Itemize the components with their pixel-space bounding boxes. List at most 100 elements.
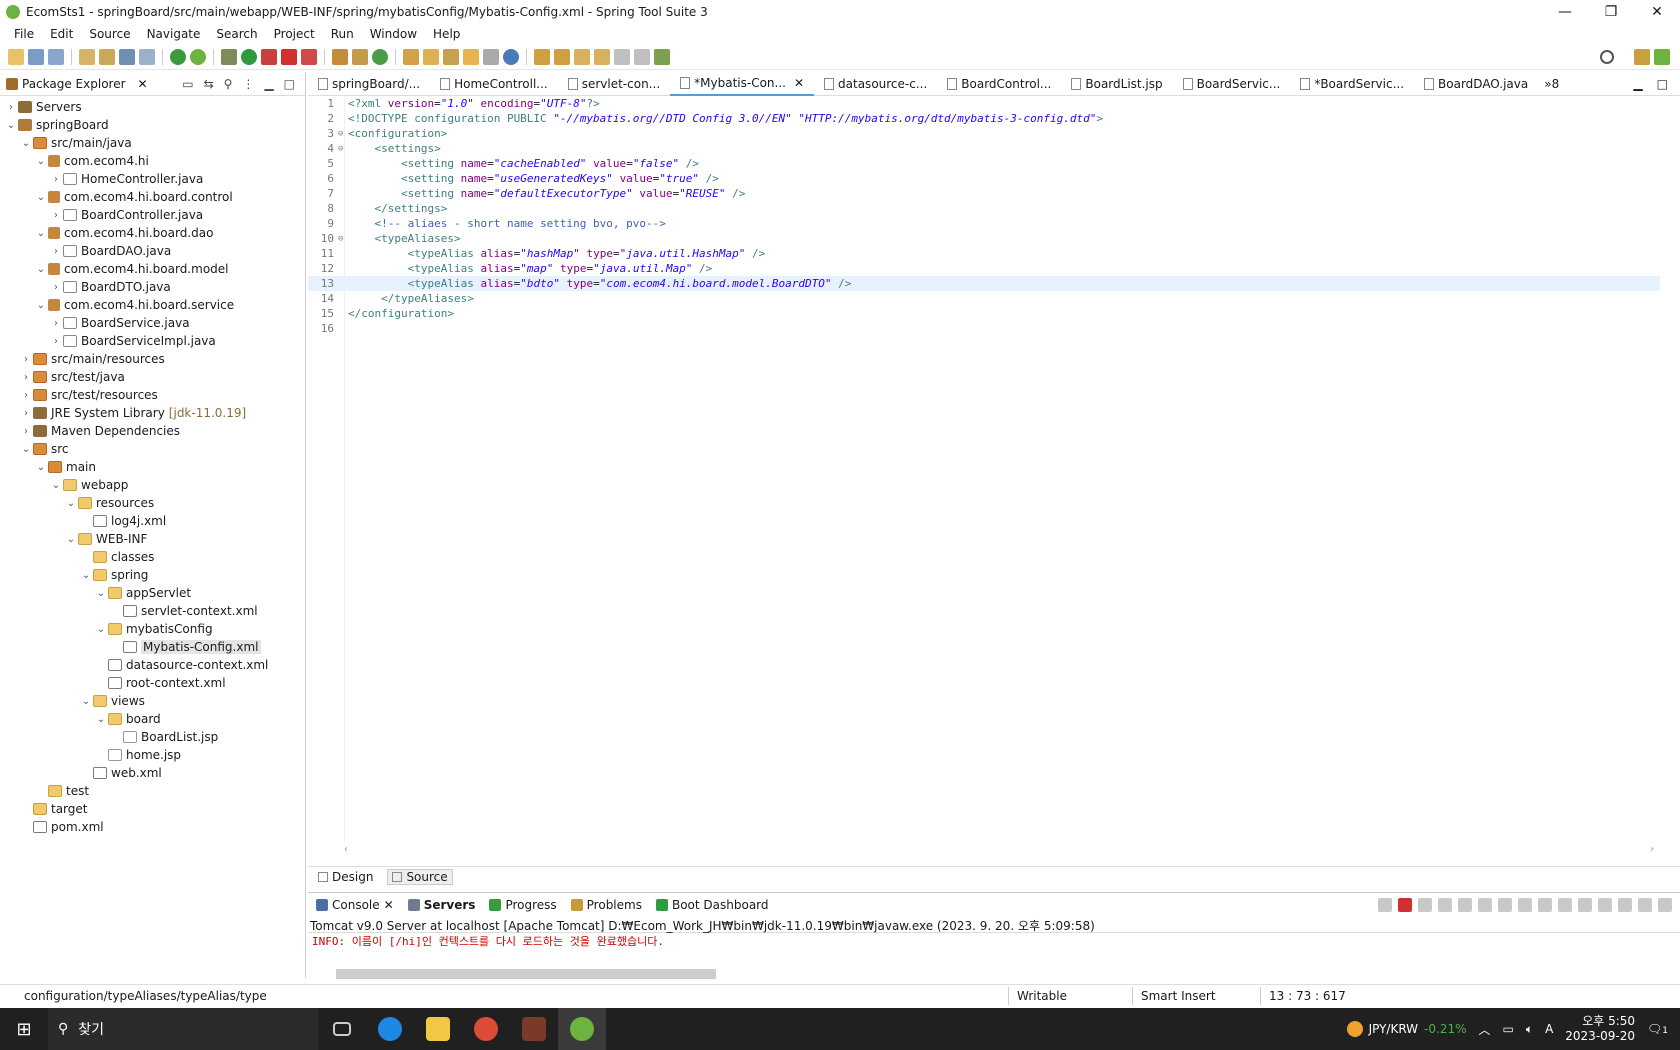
chevron-down-icon[interactable]: ⌄ <box>94 588 108 599</box>
chevron-right-icon[interactable]: › <box>19 426 33 437</box>
tab-progress[interactable]: Progress <box>489 898 557 912</box>
remove-all-icon[interactable] <box>1438 898 1452 912</box>
editor-tab[interactable]: HomeControll... <box>430 72 558 96</box>
tree-item[interactable]: home.jsp <box>0 746 305 764</box>
editor-horizontal-scrollbar[interactable]: ‹ › <box>344 842 1654 856</box>
code-line[interactable]: 4 ⊖ <settings> <box>308 141 1660 156</box>
menu-source[interactable]: Source <box>81 27 138 41</box>
code-editor[interactable]: 1 <?xml version="1.0" encoding="UTF-8"?> 2… <box>308 96 1660 842</box>
code-line[interactable]: 9 <!-- aliaes - short name setting bvo, … <box>308 216 1660 231</box>
chevron-right-icon[interactable]: › <box>49 174 63 185</box>
code-line[interactable]: 6 <setting name="useGeneratedKeys" value… <box>308 171 1660 186</box>
tree-item[interactable]: › src/test/java <box>0 368 305 386</box>
tree-item[interactable]: test <box>0 782 305 800</box>
filter-icon[interactable]: ⚲ <box>224 77 233 91</box>
chevron-right-icon[interactable]: › <box>19 390 33 401</box>
new-icon[interactable] <box>8 48 24 65</box>
previous-annotation-icon[interactable] <box>554 48 570 65</box>
globe-icon[interactable] <box>503 48 519 65</box>
volume-icon[interactable]: 🔈︎ <box>1526 1022 1533 1037</box>
show-stdout-icon[interactable] <box>1498 898 1512 912</box>
link-icon[interactable] <box>483 48 499 65</box>
maximize-editor-icon[interactable]: □ <box>1657 77 1668 91</box>
chevron-down-icon[interactable]: ⌄ <box>19 138 33 149</box>
terminate-icon[interactable] <box>1398 898 1412 912</box>
minimize-view-icon[interactable] <box>1638 898 1652 912</box>
next-annotation-icon[interactable] <box>534 48 550 65</box>
tab-package-explorer[interactable]: Package Explorer ✕ <box>6 77 148 91</box>
minimize-button[interactable]: — <box>1542 0 1588 24</box>
run-icon[interactable] <box>241 48 257 65</box>
chevron-up-icon[interactable]: ︿ <box>1479 1021 1491 1038</box>
tree-item[interactable]: › Servers <box>0 98 305 116</box>
chevron-down-icon[interactable]: ⌄ <box>79 570 93 581</box>
code-line[interactable]: 2 <!DOCTYPE configuration PUBLIC "-//myba… <box>308 111 1660 126</box>
pin-editor-icon[interactable] <box>654 48 670 65</box>
tree-item[interactable]: › BoardDTO.java <box>0 278 305 296</box>
chevron-down-icon[interactable]: ⌄ <box>34 192 48 203</box>
pin-console-icon[interactable] <box>1538 898 1552 912</box>
code-line[interactable]: 12 <typeAlias alias="map" type="java.uti… <box>308 261 1660 276</box>
spring-perspective-icon[interactable] <box>1654 48 1670 65</box>
chevron-down-icon[interactable]: ⌄ <box>34 300 48 311</box>
tab-boot-dashboard[interactable]: Boot Dashboard <box>655 898 769 912</box>
chevron-down-icon[interactable]: ⌄ <box>34 462 48 473</box>
chevron-down-icon[interactable]: ⌄ <box>34 156 48 167</box>
editor-tab[interactable]: springBoard/... <box>308 72 430 96</box>
spring-boot-icon[interactable] <box>170 48 186 65</box>
chevron-down-icon[interactable]: ⌄ <box>34 264 48 275</box>
tree-item[interactable]: root-context.xml <box>0 674 305 692</box>
search-folder-icon[interactable] <box>423 48 439 65</box>
tree-item[interactable]: ⌄ views <box>0 692 305 710</box>
tree-item[interactable]: datasource-context.xml <box>0 656 305 674</box>
tree-item[interactable]: ⌄ main <box>0 458 305 476</box>
new-class-icon[interactable] <box>372 48 388 65</box>
tree-item[interactable]: ⌄ spring <box>0 566 305 584</box>
scroll-thumb[interactable] <box>336 969 716 979</box>
maximize-view-icon[interactable]: □ <box>284 77 295 91</box>
tree-item[interactable]: ⌄ com.ecom4.hi.board.dao <box>0 224 305 242</box>
word-wrap-icon[interactable] <box>1478 898 1492 912</box>
restore-button[interactable]: ❐ <box>1588 0 1634 24</box>
game-app-icon[interactable] <box>510 1008 558 1050</box>
code-line[interactable]: 13 <typeAlias alias="bdto" type="com.eco… <box>308 276 1660 291</box>
tree-item[interactable]: › JRE System Library [jdk-11.0.19] <box>0 404 305 422</box>
network-icon[interactable]: ▭ <box>1503 1022 1514 1036</box>
editor-tab[interactable]: *Mybatis-Con... ✕ <box>670 71 815 96</box>
remove-icon[interactable] <box>1418 898 1432 912</box>
forward-icon[interactable] <box>634 48 650 65</box>
editor-tab[interactable]: datasource-c... <box>814 72 937 96</box>
chevron-right-icon[interactable]: › <box>49 282 63 293</box>
spring-icon[interactable] <box>190 48 206 65</box>
settings-icon[interactable] <box>1618 898 1632 912</box>
clock[interactable]: 오후 5:50 2023-09-20 <box>1565 1014 1635 1044</box>
scroll-lock-icon[interactable] <box>1458 898 1472 912</box>
scroll-right-icon[interactable]: › <box>1650 844 1654 855</box>
editor-tab[interactable]: BoardServic... <box>1173 72 1291 96</box>
tree-item[interactable]: ⌄ com.ecom4.hi.board.control <box>0 188 305 206</box>
close-icon[interactable]: ✕ <box>138 77 148 91</box>
tree-item[interactable]: Mybatis-Config.xml <box>0 638 305 656</box>
chevron-right-icon[interactable]: › <box>49 246 63 257</box>
new-console-icon[interactable] <box>1598 898 1612 912</box>
tree-item[interactable]: › HomeController.java <box>0 170 305 188</box>
menu-edit[interactable]: Edit <box>42 27 81 41</box>
new-java-project-icon[interactable] <box>332 48 348 65</box>
tree-item[interactable]: ⌄ springBoard <box>0 116 305 134</box>
windows-start-icon[interactable]: ⊞ <box>0 1008 48 1050</box>
code-line[interactable]: 7 <setting name="defaultExecutorType" va… <box>308 186 1660 201</box>
chevron-right-icon[interactable]: › <box>4 102 18 113</box>
editor-tab[interactable]: BoardList.jsp <box>1061 72 1172 96</box>
view-menu-icon[interactable]: ⋮ <box>242 77 254 91</box>
search-icon[interactable] <box>1600 49 1614 64</box>
tree-item[interactable]: pom.xml <box>0 818 305 836</box>
editor-vertical-scrollbar[interactable] <box>1664 96 1680 842</box>
open-type-icon[interactable] <box>79 48 95 65</box>
maximize-view-icon[interactable] <box>1658 898 1672 912</box>
open-console-icon[interactable] <box>1578 898 1592 912</box>
last-edit-icon[interactable] <box>574 48 590 65</box>
tree-item[interactable]: › BoardService.java <box>0 314 305 332</box>
external-tools-icon[interactable] <box>301 48 317 65</box>
link-with-editor-icon[interactable]: ⇆ <box>204 77 214 91</box>
code-line[interactable]: 8 </settings> <box>308 201 1660 216</box>
